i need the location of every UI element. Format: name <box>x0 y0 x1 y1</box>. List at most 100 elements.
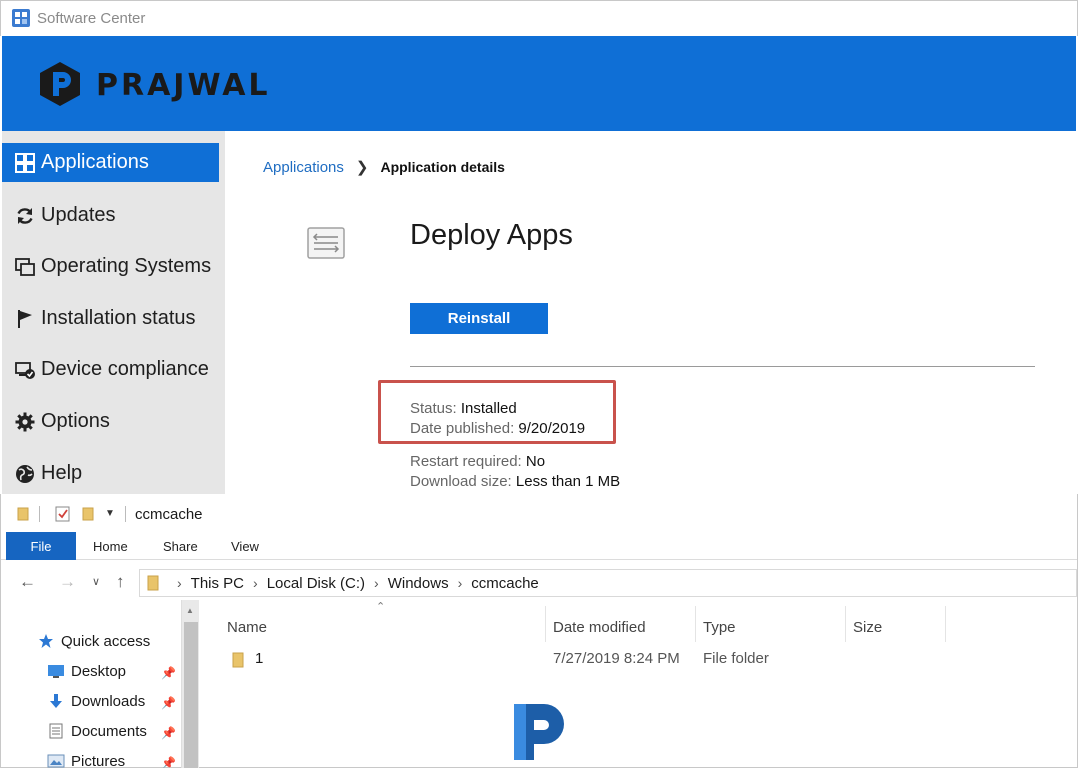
breadcrumb-current: Application details <box>380 159 505 175</box>
download-arrow-icon <box>47 692 65 710</box>
pin-icon: 📌 <box>161 696 176 710</box>
chevron-right-icon[interactable]: › <box>374 575 379 591</box>
scroll-thumb[interactable] <box>184 622 198 768</box>
nav-pictures[interactable]: Pictures <box>47 752 125 768</box>
nav-item-label: Pictures <box>71 752 126 768</box>
sidebar-item-label: Options <box>41 410 110 432</box>
table-row[interactable]: 1 7/27/2019 8:24 PM File folder <box>227 650 947 672</box>
sidebar-item-device-compliance[interactable]: Device compliance <box>2 350 219 389</box>
pin-icon: 📌 <box>161 756 176 768</box>
column-header-size[interactable]: Size <box>853 612 882 642</box>
address-windows[interactable]: Windows <box>388 575 449 592</box>
file-type: File folder <box>703 650 769 667</box>
status-row: Status: Installed <box>410 400 517 417</box>
sidebar-item-label: Installation status <box>41 307 196 329</box>
nav-item-label: Desktop <box>71 662 127 680</box>
ribbon-tabs: File Home Share View <box>1 532 1077 560</box>
sidebar-item-label: Updates <box>41 204 116 226</box>
sidebar: Applications Updates Operating Systems I… <box>2 131 225 494</box>
file-name: 1 <box>255 650 264 667</box>
folder-icon <box>17 507 29 521</box>
flag-icon <box>14 308 36 330</box>
star-icon <box>37 632 55 650</box>
tab-home[interactable]: Home <box>93 532 128 560</box>
properties-check-icon[interactable] <box>55 506 70 522</box>
pin-icon: 📌 <box>161 666 176 680</box>
customize-toolbar-dropdown-icon[interactable]: ▼ <box>105 508 115 519</box>
explorer-window-title: ccmcache <box>135 506 203 523</box>
reinstall-button[interactable]: Reinstall <box>410 303 548 334</box>
recent-locations-chevron-icon[interactable]: ∨ <box>92 575 100 588</box>
address-local-disk[interactable]: Local Disk (C:) <box>267 575 365 592</box>
address-ccmcache[interactable]: ccmcache <box>471 575 539 592</box>
document-icon <box>47 722 65 740</box>
address-this-pc[interactable]: This PC <box>191 575 244 592</box>
up-arrow-icon[interactable]: ↑ <box>116 572 125 592</box>
sidebar-item-operating-systems[interactable]: Operating Systems <box>2 247 219 286</box>
date-published-label: Date published: <box>410 420 515 437</box>
status-label: Status: <box>410 400 457 417</box>
file-list: ⌃ Name Date modified Type Size 1 7/27/20… <box>201 600 1077 768</box>
column-divider[interactable] <box>695 606 696 642</box>
tab-file[interactable]: File <box>6 532 76 560</box>
application-title: Deploy Apps <box>410 219 573 251</box>
column-header-name[interactable]: Name <box>227 612 267 642</box>
restart-required-value: No <box>525 453 546 470</box>
nav-downloads[interactable]: Downloads <box>47 692 145 710</box>
column-divider[interactable] <box>945 606 946 642</box>
globe-icon <box>14 463 36 485</box>
navigation-pane-scrollbar[interactable]: ▲ <box>181 600 199 768</box>
device-check-icon <box>14 359 36 381</box>
sidebar-item-label: Operating Systems <box>41 255 212 277</box>
sidebar-item-help[interactable]: Help <box>2 454 219 493</box>
grid-icon <box>14 152 36 174</box>
download-size-value: Less than 1 MB <box>515 473 621 490</box>
sidebar-item-updates[interactable]: Updates <box>2 196 219 235</box>
date-published-value: 9/20/2019 <box>518 420 586 437</box>
sidebar-item-applications[interactable]: Applications <box>2 143 219 182</box>
new-folder-icon[interactable] <box>81 507 95 521</box>
column-divider[interactable] <box>845 606 846 642</box>
tab-view[interactable]: View <box>231 532 259 560</box>
brand-banner: PRAJWAL <box>2 36 1076 131</box>
navigation-row: ← → ∨ ↑ › This PC › Local Disk (C:) › Wi… <box>1 566 1077 598</box>
restart-required-row: Restart required: No <box>410 453 545 470</box>
desktop-icon <box>47 662 65 680</box>
toolbar-separator <box>39 506 40 522</box>
prajwal-watermark-logo-icon <box>514 704 564 760</box>
navigation-pane: Quick access Desktop 📌 Downloads 📌 Docum… <box>1 600 201 768</box>
breadcrumb: Applications ❯ Application details <box>263 158 505 177</box>
application-details-panel: Applications ❯ Application details Deplo… <box>225 131 1076 494</box>
chevron-right-icon[interactable]: › <box>458 575 463 591</box>
column-divider[interactable] <box>545 606 546 642</box>
nav-desktop[interactable]: Desktop <box>47 662 126 680</box>
column-header-date-modified[interactable]: Date modified <box>553 612 646 642</box>
software-center-app-icon <box>12 9 30 27</box>
forward-arrow-icon[interactable]: → <box>59 572 76 592</box>
tab-share[interactable]: Share <box>163 532 198 560</box>
download-size-row: Download size: Less than 1 MB <box>410 473 620 490</box>
nav-item-label: Quick access <box>61 632 151 650</box>
folder-icon <box>232 652 244 668</box>
restart-required-label: Restart required: <box>410 453 522 470</box>
sidebar-item-label: Applications <box>41 151 149 173</box>
nav-documents[interactable]: Documents <box>47 722 147 740</box>
chevron-right-icon[interactable]: › <box>253 575 258 591</box>
back-arrow-icon[interactable]: ← <box>19 572 36 592</box>
breadcrumb-applications-link[interactable]: Applications <box>263 159 344 176</box>
sidebar-item-installation-status[interactable]: Installation status <box>2 299 219 338</box>
address-bar[interactable]: › This PC › Local Disk (C:) › Windows › … <box>139 569 1077 597</box>
nav-quick-access[interactable]: Quick access <box>37 632 150 650</box>
nav-item-label: Downloads <box>71 692 146 710</box>
sidebar-item-options[interactable]: Options <box>2 402 219 441</box>
column-header-type[interactable]: Type <box>703 612 736 642</box>
gear-icon <box>14 411 36 433</box>
download-size-label: Download size: <box>410 473 512 490</box>
date-published-row: Date published: 9/20/2019 <box>410 420 585 437</box>
scroll-up-arrow-icon[interactable]: ▲ <box>186 606 194 615</box>
sidebar-item-label: Device compliance <box>41 358 209 380</box>
refresh-icon <box>14 205 36 227</box>
chevron-right-icon: › <box>177 575 182 591</box>
windows-stack-icon <box>14 256 36 278</box>
nav-item-label: Documents <box>71 722 147 740</box>
